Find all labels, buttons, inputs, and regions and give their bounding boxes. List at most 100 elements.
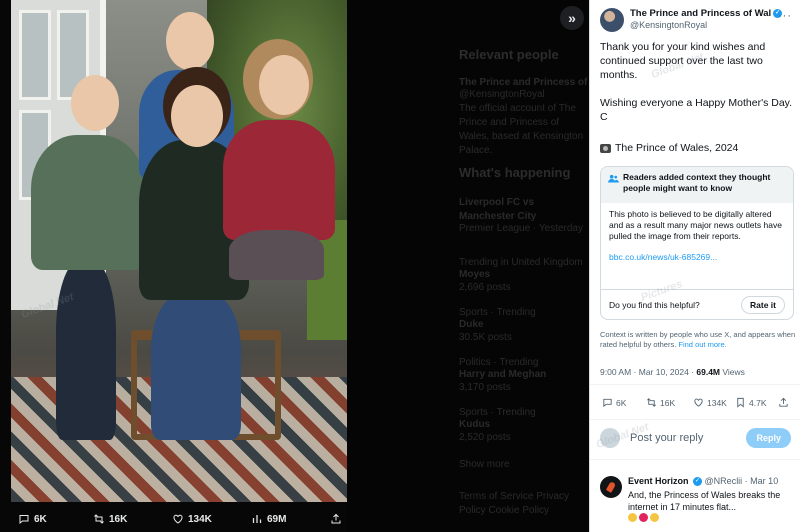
reply-item[interactable]: Event Horizon ✓ @NReclii · Mar 10 And, t…	[590, 472, 800, 532]
reply-author-name[interactable]: Event Horizon	[628, 476, 689, 486]
viewer-reply-button[interactable]: 6K	[18, 513, 47, 525]
author-name: The Prince and Princess of Wal	[630, 8, 772, 19]
trend-posts: 2,696 posts	[459, 282, 511, 293]
trend-item: Moyes	[459, 269, 491, 280]
trend-posts: 3,170 posts	[459, 382, 511, 393]
trend-item: Duke	[459, 319, 484, 330]
whats-happening-heading: What's happening	[459, 165, 571, 180]
viewer-like-count: 134K	[188, 513, 212, 525]
reply-submit-button[interactable]: Reply	[746, 428, 791, 448]
laughing-emoji-icon	[628, 513, 637, 522]
tweet-text: Thank you for your kind wishes and conti…	[600, 40, 796, 138]
photo-figure	[229, 230, 324, 280]
reply-author-avatar[interactable]	[600, 476, 622, 498]
photo-figure	[56, 260, 116, 440]
bookmark-icon	[737, 397, 744, 408]
reply-author-handle[interactable]: @NReclii · Mar 10	[705, 476, 779, 486]
reply-input[interactable]: Post your reply	[630, 432, 703, 444]
verified-badge-icon: ✓	[693, 477, 703, 487]
repost-button[interactable]: 16K	[646, 397, 675, 408]
reply-count: 6K	[616, 397, 627, 408]
rocket-icon	[605, 481, 617, 493]
analytics-icon	[252, 515, 262, 523]
viewer-views-button[interactable]: 69M	[251, 513, 286, 525]
photo-credit-text: The Prince of Wales, 2024	[615, 142, 739, 154]
reply-icon	[603, 398, 612, 408]
reply-composer: Post your reply Reply	[590, 420, 800, 460]
trend-posts: 2,520 posts	[459, 432, 511, 443]
show-more-link: Show more	[459, 459, 510, 470]
relevant-people-heading: Relevant people	[459, 47, 559, 62]
tweet-timestamp[interactable]: 9:00 AM · Mar 10, 2024 ·	[600, 367, 696, 377]
community-note-link[interactable]: bbc.co.uk/news/uk-685269...	[601, 252, 793, 262]
current-user-avatar	[600, 428, 620, 448]
share-icon	[331, 513, 341, 524]
tweet-paragraph: Thank you for your kind wishes and conti…	[600, 41, 766, 81]
laughing-emoji-icon	[650, 513, 659, 522]
tweet-stats-bar: 6K 16K 134K 4.7K	[590, 384, 800, 420]
like-button[interactable]: 134K	[693, 397, 727, 408]
reply-text: And, the Princess of Wales breaks the in…	[628, 490, 781, 512]
viewer-reply-count: 6K	[34, 513, 47, 525]
relevant-person-handle: @KensingtonRoyal	[459, 89, 545, 100]
expand-panel-button[interactable]: »	[560, 6, 584, 30]
camera-icon	[600, 143, 611, 153]
community-note-heading: Readers added context they thought peopl…	[623, 172, 771, 193]
reply-header: Event Horizon ✓ @NReclii · Mar 10	[628, 476, 779, 487]
repost-icon	[94, 514, 104, 524]
photo-face	[166, 12, 214, 70]
reply-button[interactable]: 6K	[602, 397, 626, 408]
photo-face	[259, 55, 309, 115]
bookmark-count: 4.7K	[749, 397, 767, 408]
photo-credit: The Prince of Wales, 2024	[600, 142, 738, 154]
reply-icon	[19, 515, 29, 525]
viewer-repost-button[interactable]: 16K	[93, 513, 127, 525]
community-note-footer: Do you find this helpful? Rate it	[601, 289, 793, 319]
bookmark-button[interactable]: 4.7K	[735, 397, 767, 408]
trend-item: Liverpool FC vs Manchester City	[459, 197, 537, 222]
repost-count: 16K	[660, 397, 676, 408]
heart-emoji-icon	[639, 513, 648, 522]
dimmed-background-feed: Relevant people The Prince and Princess …	[347, 0, 589, 532]
tweet-meta: 9:00 AM · Mar 10, 2024 · 69.4M Views	[600, 367, 745, 377]
find-out-more-link[interactable]: Find out more.	[678, 340, 726, 349]
viewer-share-button[interactable]	[330, 513, 342, 525]
photo-figure	[151, 290, 241, 440]
trend-item: Harry and Meghan	[459, 369, 547, 380]
relevant-person-bio: The official account of The Prince and P…	[459, 103, 584, 156]
views-label: Views	[720, 367, 745, 377]
helpful-question: Do you find this helpful?	[609, 299, 700, 310]
community-note-body: This photo is believed to be digitally a…	[609, 209, 782, 241]
media-action-bar: 6K 16K 134K 69M	[0, 506, 589, 532]
trend-item: Kudus	[459, 419, 491, 430]
repost-icon	[647, 398, 656, 407]
photo-figure	[31, 135, 146, 270]
heart-icon	[173, 514, 183, 524]
photo-figure	[223, 120, 335, 240]
share-button[interactable]	[778, 397, 789, 408]
media-viewer: Relevant people The Prince and Princess …	[0, 0, 589, 532]
photo-window-pane	[19, 10, 51, 100]
author-handle[interactable]: @KensingtonRoyal	[630, 20, 707, 30]
like-count: 134K	[707, 397, 727, 408]
more-options-icon[interactable]: ···	[778, 10, 792, 22]
community-note-header: Readers added context they thought peopl…	[601, 167, 793, 203]
trend-posts: 30.5K posts	[459, 332, 512, 343]
tweet-panel: The Prince and Princess of Wal ✓ @Kensing…	[589, 0, 800, 532]
context-disclaimer: Context is written by people who use X, …	[600, 330, 796, 350]
share-icon	[779, 397, 788, 407]
trend-meta: Premier League · Yesterday	[459, 223, 583, 234]
viewer-repost-count: 16K	[109, 513, 128, 525]
double-chevron-right-icon: »	[568, 10, 576, 26]
tweet-paragraph: Wishing everyone a Happy Mother's Day. C	[600, 97, 793, 123]
photo-face	[171, 85, 223, 147]
author-avatar[interactable]	[600, 8, 624, 32]
family-photo[interactable]	[11, 0, 347, 502]
author-name-row[interactable]: The Prince and Princess of Wal ✓	[630, 8, 783, 19]
rate-it-button[interactable]: Rate it	[741, 295, 785, 314]
people-icon	[608, 174, 619, 183]
viewer-like-button[interactable]: 134K	[172, 513, 212, 525]
viewer-views-count: 69M	[267, 513, 287, 525]
views-count: 69.4M	[696, 367, 721, 377]
photo-face	[71, 75, 119, 131]
